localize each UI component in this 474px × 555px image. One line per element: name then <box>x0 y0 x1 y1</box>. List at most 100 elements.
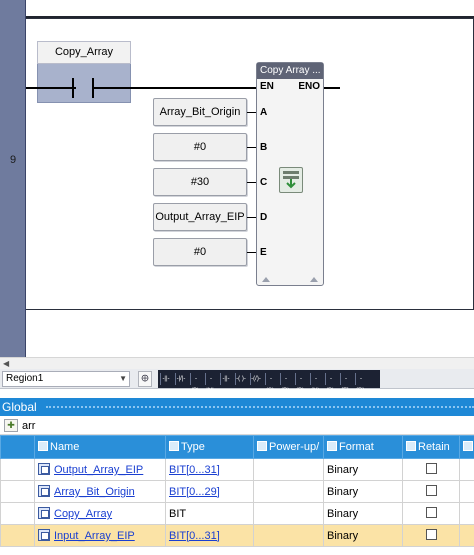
variable-powerup[interactable] <box>253 480 324 503</box>
crosshair-icon[interactable]: ⨁ <box>138 371 152 387</box>
operand-a[interactable]: Array_Bit_Origin <box>153 98 247 126</box>
tb-instr-2[interactable]: -|P|- <box>190 373 201 394</box>
variable-icon <box>38 463 50 475</box>
copy-array-function-block[interactable]: Copy Array ... EN ENO A B C D E <box>256 62 324 286</box>
variable-powerup[interactable] <box>253 502 324 525</box>
pin-b: B <box>260 142 268 153</box>
column-header-type[interactable]: Type <box>165 435 254 459</box>
variable-type[interactable]: BIT[0...31] <box>169 464 220 476</box>
tb-instr-0[interactable]: -||- <box>160 373 171 385</box>
panel-grip[interactable] <box>46 406 474 409</box>
variable-name[interactable]: Array_Bit_Origin <box>54 486 135 498</box>
variable-table: Name Type Power-up/ Format Retain Output… <box>0 435 474 547</box>
pin-c: C <box>260 177 268 188</box>
tb-instr-11[interactable]: -|P|- <box>325 373 336 394</box>
variable-type[interactable]: BIT <box>169 508 186 520</box>
contact-to-fb-wire <box>94 87 256 89</box>
pin-eno: ENO <box>298 81 320 92</box>
operand-b-wire <box>247 147 256 148</box>
pin-a: A <box>260 107 268 118</box>
rung-number: 9 <box>9 154 17 166</box>
scroll-left-icon[interactable]: ◀ <box>3 359 9 368</box>
rung-divider <box>26 16 474 18</box>
variable-type[interactable]: BIT[0...31] <box>169 530 220 542</box>
comment-icon <box>463 441 473 451</box>
retain-checkbox[interactable] <box>426 507 437 518</box>
retain-checkbox[interactable] <box>426 529 437 540</box>
variable-name[interactable]: Copy_Array <box>54 508 112 520</box>
rung-gutter <box>0 0 26 18</box>
tb-instr-4[interactable]: -||- <box>220 373 231 385</box>
tb-instr-6[interactable]: -(/)- <box>250 373 261 385</box>
fb-title: Copy Array ... <box>257 63 323 79</box>
chevron-down-icon: ▼ <box>119 374 127 383</box>
retain-checkbox[interactable] <box>426 463 437 474</box>
tb-instr-3[interactable]: -|N|- <box>205 373 216 394</box>
tb-instr-13[interactable]: -{R}- <box>355 373 366 394</box>
tb-instr-12[interactable]: -[F]- <box>340 373 351 394</box>
tag-icon <box>38 441 48 451</box>
pin-en: EN <box>260 81 274 92</box>
variable-icon <box>38 529 50 541</box>
variable-format[interactable]: Binary <box>323 458 403 481</box>
horizontal-scrollbar[interactable]: ◀ <box>0 357 474 369</box>
variable-type[interactable]: BIT[0...29] <box>169 486 220 498</box>
table-row[interactable]: Copy_Array BIT Binary <box>0 502 474 525</box>
operand-a-wire <box>247 112 256 113</box>
type-icon <box>169 441 179 451</box>
region-select-value: Region1 <box>6 373 44 384</box>
variable-name[interactable]: Output_Array_EIP <box>54 464 143 476</box>
column-header-name[interactable]: Name <box>34 435 166 459</box>
variable-powerup[interactable] <box>253 458 324 481</box>
column-header-retain[interactable]: Retain <box>402 435 460 459</box>
tb-instr-9[interactable]: -(P)- <box>295 373 306 394</box>
instruction-strip: -||- -|/|- -|P|- -|N|- -||- -( )- -(/)- … <box>158 370 380 394</box>
format-icon <box>327 441 337 451</box>
ladder-editor[interactable]: 9 Copy_Array Copy Array ... EN ENO A B C… <box>0 0 474 357</box>
copy-array-icon <box>279 167 303 193</box>
ladder-toolbar: Region1 ▼ ⨁ -||- -|/|- -|P|- -|N|- -||- … <box>0 369 474 394</box>
column-header-more[interactable] <box>459 435 474 459</box>
eno-output-wire <box>324 87 340 89</box>
operand-c[interactable]: #30 <box>153 168 247 196</box>
variable-format[interactable]: Binary <box>323 524 403 547</box>
global-panel-header: Global <box>0 398 474 416</box>
tb-instr-8[interactable]: -(R)- <box>280 373 291 394</box>
contact-left-bar <box>72 78 74 98</box>
column-header-format[interactable]: Format <box>323 435 403 459</box>
retain-checkbox[interactable] <box>426 485 437 496</box>
left-power-rail-wire <box>26 87 76 89</box>
tb-instr-5[interactable]: -( )- <box>235 373 246 385</box>
table-row[interactable]: Output_Array_EIP BIT[0...31] Binary <box>0 458 474 481</box>
column-header-powerup[interactable]: Power-up/ <box>253 435 324 459</box>
operand-e[interactable]: #0 <box>153 238 247 266</box>
table-row[interactable]: Input_Array_EIP BIT[0...31] Binary <box>0 524 474 547</box>
tb-instr-7[interactable]: -(S)- <box>265 373 276 394</box>
variable-name[interactable]: Input_Array_EIP <box>54 530 135 542</box>
operand-b[interactable]: #0 <box>153 133 247 161</box>
operand-e-wire <box>247 252 256 253</box>
operand-d-wire <box>247 217 256 218</box>
tb-instr-1[interactable]: -|/|- <box>175 373 186 385</box>
variable-icon <box>38 485 50 497</box>
tb-instr-10[interactable]: -(N)- <box>310 373 321 394</box>
rung-gutter <box>0 310 26 357</box>
column-header-rownum <box>0 435 35 459</box>
search-row: ✚ <box>0 416 474 435</box>
variable-icon <box>38 507 50 519</box>
table-row[interactable]: Array_Bit_Origin BIT[0...29] Binary <box>0 480 474 503</box>
operand-d[interactable]: Output_Array_EIP <box>153 203 247 231</box>
region-select[interactable]: Region1 ▼ <box>2 371 130 387</box>
retain-icon <box>406 441 416 451</box>
variable-powerup[interactable] <box>253 524 324 547</box>
contact-variable-label[interactable]: Copy_Array <box>37 41 131 64</box>
operand-c-wire <box>247 182 256 183</box>
pin-e: E <box>260 247 267 258</box>
global-panel-title: Global <box>2 400 37 414</box>
fb-resize-arrows[interactable] <box>257 275 323 283</box>
table-header-row: Name Type Power-up/ Format Retain <box>0 435 474 459</box>
variable-format[interactable]: Binary <box>323 480 403 503</box>
search-input[interactable] <box>22 418 222 433</box>
filter-icon[interactable]: ✚ <box>4 419 18 432</box>
variable-format[interactable]: Binary <box>323 502 403 525</box>
